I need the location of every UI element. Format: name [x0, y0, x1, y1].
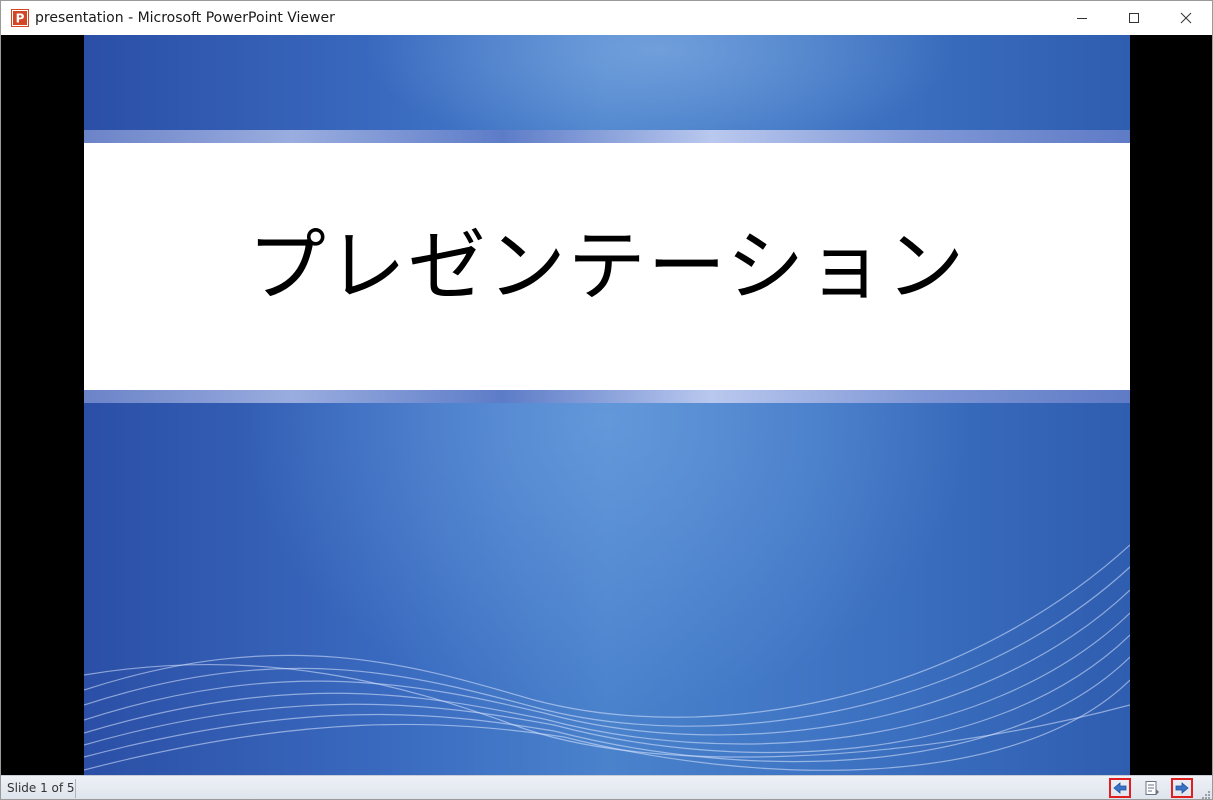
- window-title: presentation - Microsoft PowerPoint View…: [35, 10, 335, 26]
- resize-grip-icon[interactable]: [1201, 790, 1211, 800]
- minimize-button[interactable]: [1056, 1, 1108, 35]
- slide-viewer[interactable]: プレゼンテーション: [1, 35, 1212, 775]
- slide-title: プレゼンテーション: [247, 221, 967, 312]
- slide-band-bottom: [84, 390, 1130, 403]
- window-controls: [1056, 1, 1212, 35]
- close-button[interactable]: [1160, 1, 1212, 35]
- powerpoint-icon: P: [11, 9, 29, 27]
- next-slide-button[interactable]: [1171, 778, 1193, 798]
- next-slide-icon: [1175, 782, 1189, 794]
- status-bar: Slide 1 of 5: [1, 775, 1212, 800]
- slide-counter: Slide 1 of 5: [7, 781, 75, 795]
- maximize-button[interactable]: [1108, 1, 1160, 35]
- maximize-icon: [1129, 13, 1139, 23]
- slide-title-panel: プレゼンテーション: [84, 143, 1130, 390]
- slide-menu-icon: [1145, 781, 1159, 795]
- powerpoint-viewer-window: P presentation - Microsoft PowerPoint Vi…: [0, 0, 1213, 800]
- status-divider: [75, 779, 76, 798]
- powerpoint-icon-letter: P: [16, 12, 25, 26]
- slide-menu-button[interactable]: [1141, 778, 1163, 798]
- decorative-waves: [84, 544, 1130, 771]
- close-icon: [1180, 12, 1192, 24]
- previous-slide-icon: [1113, 782, 1127, 794]
- title-bar: P presentation - Microsoft PowerPoint Vi…: [1, 1, 1212, 35]
- minimize-icon: [1077, 18, 1087, 19]
- slide[interactable]: プレゼンテーション: [84, 35, 1130, 775]
- previous-slide-button[interactable]: [1109, 778, 1131, 798]
- slide-band-top: [84, 130, 1130, 143]
